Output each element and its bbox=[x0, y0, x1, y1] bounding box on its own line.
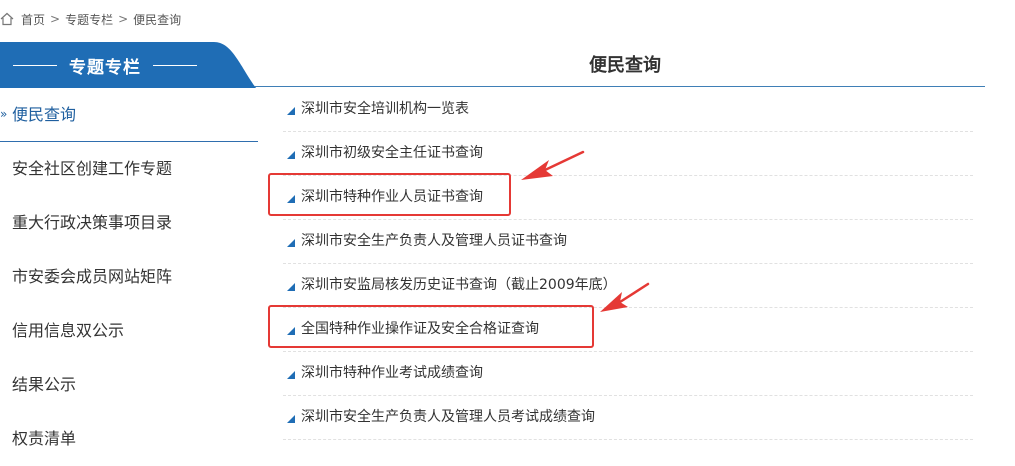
bullet-triangle-icon bbox=[287, 414, 295, 423]
annotation-arrow-icon bbox=[521, 150, 585, 180]
query-link-list: 深圳市安全培训机构一览表 深圳市初级安全主任证书查询 深圳市特种作业人员证书查询… bbox=[283, 88, 973, 440]
sidebar-item-label: 权责清单 bbox=[12, 429, 77, 448]
title-decor-line bbox=[13, 64, 57, 66]
header-divider bbox=[255, 86, 985, 87]
sidebar-item-results[interactable]: 结果公示 bbox=[0, 358, 258, 412]
sidebar-item-responsibility-list[interactable]: 权责清单 bbox=[0, 412, 258, 466]
breadcrumb: 首页 > 专题专栏 > 便民查询 bbox=[0, 9, 181, 29]
highlight-box-national-certificate bbox=[268, 305, 594, 348]
list-item[interactable]: 深圳市特种作业考试成绩查询 bbox=[283, 352, 973, 396]
list-item[interactable]: 深圳市初级安全主任证书查询 bbox=[283, 132, 973, 176]
sidebar-nav: » 便民查询 安全社区创建工作专题 重大行政决策事项目录 市安委会成员网站矩阵 … bbox=[0, 88, 258, 466]
bullet-triangle-icon bbox=[287, 282, 295, 291]
sidebar-item-label: 结果公示 bbox=[12, 375, 77, 394]
page-title: 便民查询 bbox=[589, 55, 661, 76]
link-label[interactable]: 深圳市安全生产负责人及管理人员考试成绩查询 bbox=[301, 396, 595, 439]
breadcrumb-separator: > bbox=[50, 12, 61, 26]
sidebar-item-label: 便民查询 bbox=[12, 105, 77, 124]
link-label[interactable]: 深圳市安全培训机构一览表 bbox=[301, 88, 469, 131]
highlight-box-special-operations bbox=[268, 173, 511, 216]
bullet-triangle-icon bbox=[287, 238, 295, 247]
sidebar-item-safety-community[interactable]: 安全社区创建工作专题 bbox=[0, 142, 258, 196]
annotation-arrow-icon bbox=[600, 282, 650, 312]
list-item[interactable]: 深圳市安全培训机构一览表 bbox=[283, 88, 973, 132]
link-label[interactable]: 深圳市特种作业考试成绩查询 bbox=[301, 352, 483, 395]
bullet-triangle-icon bbox=[287, 106, 295, 115]
breadcrumb-separator: > bbox=[118, 12, 129, 26]
bullet-triangle-icon bbox=[287, 370, 295, 379]
link-label[interactable]: 深圳市安全生产负责人及管理人员证书查询 bbox=[301, 220, 567, 263]
active-chevron-icon: » bbox=[0, 107, 8, 121]
home-icon[interactable] bbox=[0, 12, 14, 26]
breadcrumb-home-link[interactable]: 首页 bbox=[21, 11, 45, 28]
sidebar-item-member-sites[interactable]: 市安委会成员网站矩阵 bbox=[0, 250, 258, 304]
sidebar-item-label: 市安委会成员网站矩阵 bbox=[12, 267, 173, 286]
sidebar-item-label: 信用信息双公示 bbox=[12, 321, 125, 340]
link-label[interactable]: 深圳市安监局核发历史证书查询（截止2009年底） bbox=[301, 264, 617, 307]
sidebar-item-major-decisions[interactable]: 重大行政决策事项目录 bbox=[0, 196, 258, 250]
sidebar-item-label: 重大行政决策事项目录 bbox=[12, 213, 173, 232]
list-item[interactable]: 深圳市安全生产负责人及管理人员证书查询 bbox=[283, 220, 973, 264]
sidebar-header: 专题专栏 bbox=[0, 42, 258, 88]
breadcrumb-section-link[interactable]: 专题专栏 bbox=[65, 11, 113, 28]
sidebar-item-credit-info[interactable]: 信用信息双公示 bbox=[0, 304, 258, 358]
breadcrumb-current: 便民查询 bbox=[133, 12, 182, 27]
sidebar-title: 专题专栏 bbox=[69, 57, 141, 78]
list-item[interactable]: 深圳市安全生产负责人及管理人员考试成绩查询 bbox=[283, 396, 973, 440]
sidebar-item-convenience-query[interactable]: » 便民查询 bbox=[0, 88, 258, 142]
sidebar-item-label: 安全社区创建工作专题 bbox=[12, 159, 173, 178]
bullet-triangle-icon bbox=[287, 150, 295, 159]
link-label[interactable]: 深圳市初级安全主任证书查询 bbox=[301, 132, 483, 175]
title-decor-line bbox=[153, 64, 197, 66]
